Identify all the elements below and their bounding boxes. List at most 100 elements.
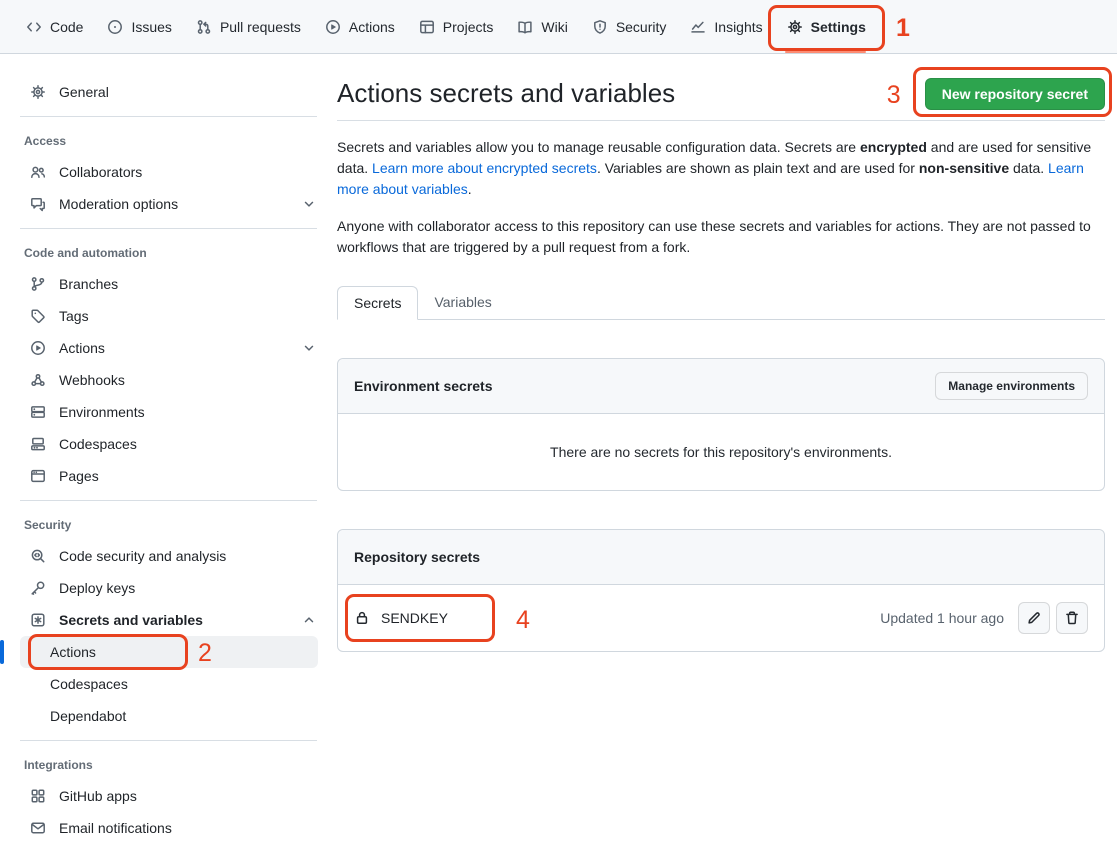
secret-row: SENDKEY 4 Updated 1 hour ago bbox=[338, 585, 1104, 651]
intro-text: Secrets and variables allow you to manag… bbox=[337, 139, 860, 155]
settings-content: Actions secrets and variables New reposi… bbox=[337, 54, 1105, 652]
git-branch-icon bbox=[30, 276, 46, 292]
intro-text: . bbox=[468, 181, 472, 197]
repository-secrets-card: Repository secrets SENDKEY 4 Updated 1 h… bbox=[337, 529, 1105, 652]
repo-nav: Code Issues Pull requests Actions Projec… bbox=[0, 0, 1117, 54]
intro-bold-encrypted: encrypted bbox=[860, 139, 927, 155]
nav-tab-label: Actions bbox=[349, 19, 395, 35]
sidebar-item-label: Moderation options bbox=[59, 196, 178, 212]
tab-secrets[interactable]: Secrets bbox=[337, 286, 418, 320]
gear-icon bbox=[30, 84, 46, 100]
sidebar-item-moderation-options[interactable]: Moderation options bbox=[0, 188, 337, 220]
environment-secrets-card: Environment secrets Manage environments … bbox=[337, 358, 1105, 491]
sidebar-subitem-label: Actions bbox=[50, 644, 96, 660]
repository-secrets-header: Repository secrets bbox=[338, 530, 1104, 585]
people-icon bbox=[30, 164, 46, 180]
shield-icon bbox=[592, 19, 608, 35]
new-repository-secret-button[interactable]: New repository secret bbox=[925, 78, 1105, 110]
sidebar-item-label: Email notifications bbox=[59, 820, 172, 836]
nav-tab-projects[interactable]: Projects bbox=[407, 0, 506, 53]
nav-tab-settings[interactable]: Settings 1 bbox=[775, 0, 878, 53]
pencil-icon bbox=[1026, 610, 1042, 626]
sidebar-item-label: Environments bbox=[59, 404, 145, 420]
nav-tab-issues[interactable]: Issues bbox=[95, 0, 183, 53]
sidebar-item-webhooks[interactable]: Webhooks bbox=[0, 364, 337, 396]
nav-tab-pull-requests[interactable]: Pull requests bbox=[184, 0, 313, 53]
sidebar-item-collaborators[interactable]: Collaborators bbox=[0, 156, 337, 188]
nav-tab-insights[interactable]: Insights bbox=[678, 0, 774, 53]
intro-text: . Variables are shown as plain text and … bbox=[597, 160, 919, 176]
environment-secrets-empty-message: There are no secrets for this repository… bbox=[338, 414, 1104, 490]
nav-tab-wiki[interactable]: Wiki bbox=[505, 0, 579, 53]
mail-icon bbox=[30, 820, 46, 836]
sidebar-item-branches[interactable]: Branches bbox=[0, 268, 337, 300]
sidebar-item-code-security[interactable]: Code security and analysis bbox=[0, 540, 337, 572]
browser-icon bbox=[30, 468, 46, 484]
secret-name: SENDKEY bbox=[381, 610, 448, 626]
nav-tab-label: Settings bbox=[811, 19, 866, 35]
code-icon bbox=[26, 19, 42, 35]
sidebar-divider bbox=[20, 740, 317, 741]
sidebar-item-label: GitHub apps bbox=[59, 788, 137, 804]
secret-row-actions: Updated 1 hour ago bbox=[880, 602, 1088, 634]
sidebar-item-email-notifications[interactable]: Email notifications bbox=[0, 812, 337, 844]
sidebar-item-actions[interactable]: Actions bbox=[0, 332, 337, 364]
sidebar-item-label: General bbox=[59, 84, 109, 100]
sidebar-item-label: Secrets and variables bbox=[59, 612, 203, 628]
nav-tab-code[interactable]: Code bbox=[14, 0, 95, 53]
nav-tab-label: Insights bbox=[714, 19, 762, 35]
sidebar-subitem-label: Dependabot bbox=[50, 708, 126, 724]
nav-tab-label: Code bbox=[50, 19, 83, 35]
page-title: Actions secrets and variables bbox=[337, 76, 675, 110]
sidebar-item-github-apps[interactable]: GitHub apps bbox=[0, 780, 337, 812]
intro-bold-non-sensitive: non-sensitive bbox=[919, 160, 1009, 176]
secret-asterisk-icon bbox=[30, 612, 46, 628]
sidebar-item-label: Pages bbox=[59, 468, 99, 484]
sidebar-item-general[interactable]: General bbox=[0, 76, 337, 108]
sidebar-item-deploy-keys[interactable]: Deploy keys bbox=[0, 572, 337, 604]
webhook-icon bbox=[30, 372, 46, 388]
gear-icon bbox=[787, 19, 803, 35]
tab-variables[interactable]: Variables bbox=[418, 286, 507, 319]
secret-updated-text: Updated 1 hour ago bbox=[880, 610, 1004, 626]
sidebar-subitem-actions[interactable]: Actions 2 bbox=[20, 636, 318, 668]
chevron-up-icon bbox=[301, 612, 317, 628]
nav-tab-actions[interactable]: Actions bbox=[313, 0, 407, 53]
sidebar-subitem-codespaces[interactable]: Codespaces bbox=[20, 668, 318, 700]
sidebar-section-integrations: Integrations bbox=[0, 749, 337, 780]
chevron-down-icon bbox=[301, 340, 317, 356]
delete-secret-button[interactable] bbox=[1056, 602, 1088, 634]
intro-paragraph: Secrets and variables allow you to manag… bbox=[337, 137, 1105, 200]
issue-opened-icon bbox=[107, 19, 123, 35]
sidebar-divider bbox=[20, 500, 317, 501]
nav-tab-label: Pull requests bbox=[220, 19, 301, 35]
comment-discussion-icon bbox=[30, 196, 46, 212]
key-icon bbox=[30, 580, 46, 596]
sidebar-section-code-automation: Code and automation bbox=[0, 237, 337, 268]
edit-secret-button[interactable] bbox=[1018, 602, 1050, 634]
sidebar-item-tags[interactable]: Tags bbox=[0, 300, 337, 332]
sidebar-divider bbox=[20, 228, 317, 229]
nav-tab-security[interactable]: Security bbox=[580, 0, 679, 53]
learn-more-encrypted-secrets-link[interactable]: Learn more about encrypted secrets bbox=[372, 160, 597, 176]
manage-environments-button[interactable]: Manage environments bbox=[935, 372, 1088, 400]
sidebar-item-label: Code security and analysis bbox=[59, 548, 226, 564]
nav-tab-label: Issues bbox=[131, 19, 171, 35]
sidebar-subitem-dependabot[interactable]: Dependabot bbox=[20, 700, 318, 732]
annotation-number-3: 3 bbox=[887, 83, 901, 108]
sidebar-section-security: Security bbox=[0, 509, 337, 540]
sidebar-item-environments[interactable]: Environments bbox=[0, 396, 337, 428]
sidebar-item-secrets-and-variables[interactable]: Secrets and variables bbox=[0, 604, 337, 636]
sidebar-item-codespaces[interactable]: Codespaces bbox=[0, 428, 337, 460]
server-icon bbox=[30, 404, 46, 420]
annotation-number-1: 1 bbox=[896, 16, 910, 41]
sidebar-section-access: Access bbox=[0, 125, 337, 156]
repository-secrets-title: Repository secrets bbox=[354, 549, 480, 565]
sidebar-divider bbox=[20, 116, 317, 117]
nav-tab-label: Security bbox=[616, 19, 667, 35]
table-icon bbox=[419, 19, 435, 35]
sidebar-item-pages[interactable]: Pages bbox=[0, 460, 337, 492]
environment-secrets-title: Environment secrets bbox=[354, 378, 493, 394]
page-subhead: Actions secrets and variables New reposi… bbox=[337, 54, 1105, 121]
secrets-variables-tabnav: Secrets Variables bbox=[337, 286, 1105, 320]
